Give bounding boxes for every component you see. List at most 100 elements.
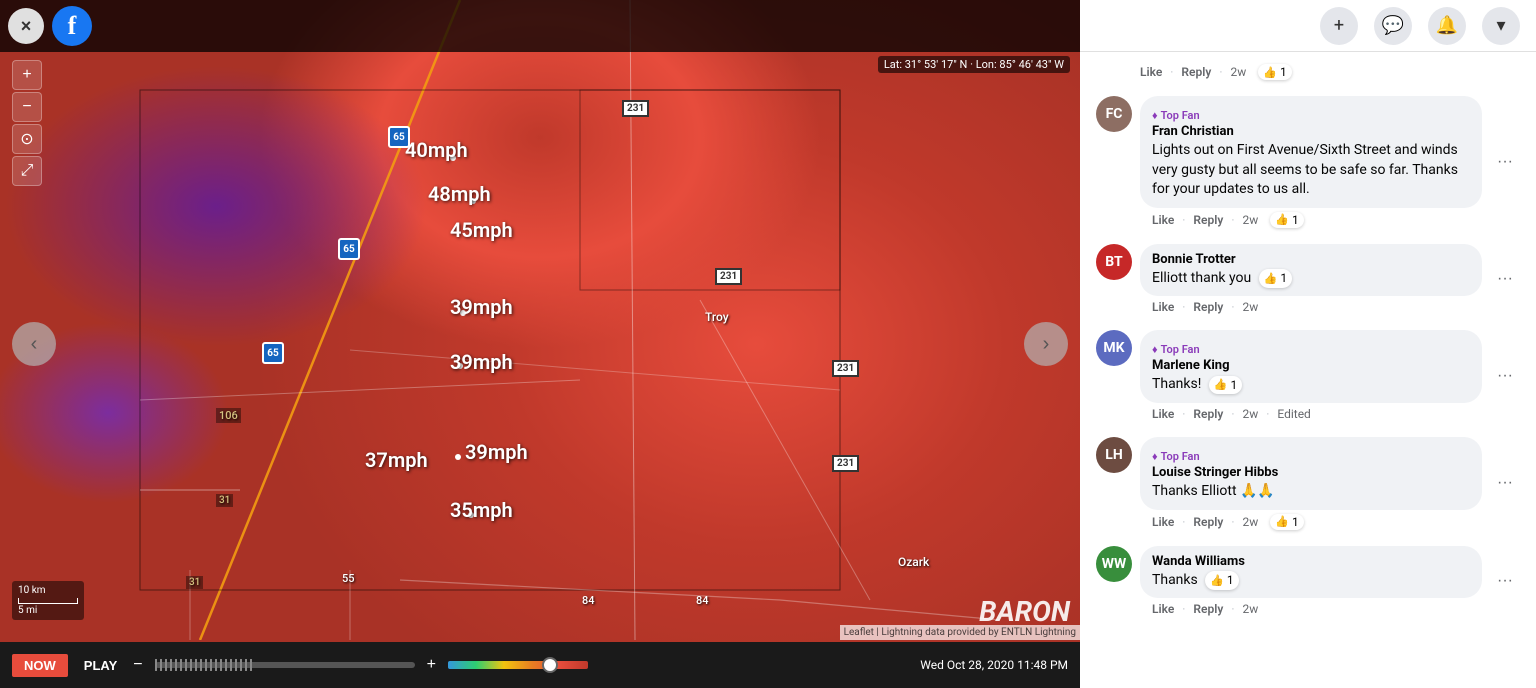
- like-count-louise: 👍 1: [1270, 514, 1303, 530]
- comment-actions-louise: Like · Reply · 2w 👍 1: [1140, 510, 1482, 530]
- road-106: 106: [216, 408, 241, 423]
- commenter-name-marlene[interactable]: Marlene King: [1152, 358, 1470, 373]
- comment-text-fran: Lights out on First Avenue/Sixth Street …: [1152, 141, 1470, 200]
- scale-line: [18, 598, 78, 604]
- map-controls: + − ⊙ ⤢: [12, 60, 42, 186]
- reply-link-top[interactable]: Reply: [1181, 65, 1211, 79]
- road-84a: 84: [582, 594, 595, 607]
- intensity-bar[interactable]: [448, 661, 588, 669]
- map-background: [0, 0, 1080, 688]
- diamond-icon-fran: ♦: [1152, 109, 1158, 122]
- comment-text-wanda: Thanks 👍 1: [1152, 571, 1470, 591]
- more-button-marlene[interactable]: ···: [1490, 361, 1520, 391]
- intensity-thumb: [542, 657, 558, 673]
- diamond-icon-louise: ♦: [1152, 450, 1158, 463]
- like-link-top[interactable]: Like: [1140, 65, 1162, 79]
- road-84b: 84: [696, 594, 709, 607]
- time-bonnie: 2w: [1242, 300, 1258, 314]
- scale-mi: 5 mi: [18, 605, 78, 616]
- comment-text-bonnie: Elliott thank you 👍 1: [1152, 269, 1470, 289]
- dropdown-icon-button[interactable]: ▾: [1482, 7, 1520, 45]
- zoom-in-button[interactable]: +: [12, 60, 42, 90]
- more-button-bonnie[interactable]: ···: [1490, 264, 1520, 294]
- reply-link-wanda[interactable]: Reply: [1193, 602, 1223, 616]
- more-button-wanda[interactable]: ···: [1490, 566, 1520, 596]
- wind-dot: [455, 454, 461, 460]
- timeline-track[interactable]: [155, 662, 415, 668]
- like-link-bonnie[interactable]: Like: [1152, 300, 1174, 314]
- wind-label-35: 35mph: [450, 498, 513, 522]
- comment-bubble-bonnie: Bonnie Trotter Elliott thank you 👍 1: [1140, 244, 1482, 297]
- reply-link-marlene[interactable]: Reply: [1193, 407, 1223, 421]
- like-link-fran[interactable]: Like: [1152, 213, 1174, 227]
- facebook-panel: + 💬 🔔 ▾ Like · Reply · 2w 👍 1 FC: [1080, 0, 1536, 688]
- inline-like-marlene: 👍 1: [1209, 376, 1242, 395]
- time-louise: 2w: [1242, 515, 1258, 529]
- wind-label-48: 48mph: [428, 182, 491, 206]
- comment-text-marlene: Thanks! 👍 1: [1152, 375, 1470, 395]
- commenter-name-wanda[interactable]: Wanda Williams: [1152, 554, 1470, 569]
- thumb-icon-top: 👍: [1263, 66, 1277, 79]
- highway-231b: 231: [715, 268, 742, 285]
- wind-label-40: 40mph: [405, 138, 468, 162]
- road-31b: 31: [186, 576, 203, 589]
- comment-actions-wanda: Like · Reply · 2w: [1140, 598, 1482, 616]
- thumb-icon-fran: 👍: [1275, 213, 1289, 226]
- zoom-out-button[interactable]: −: [12, 92, 42, 122]
- like-link-marlene[interactable]: Like: [1152, 407, 1174, 421]
- commenter-name-fran[interactable]: Fran Christian: [1152, 124, 1470, 139]
- wind-label-39c: 39mph: [465, 440, 528, 464]
- next-arrow-button[interactable]: ›: [1024, 322, 1068, 366]
- time-marlene: 2w: [1242, 407, 1258, 421]
- location-button[interactable]: ⊙: [12, 124, 42, 154]
- reply-link-bonnie[interactable]: Reply: [1193, 300, 1223, 314]
- fullscreen-button[interactable]: ⤢: [12, 156, 42, 186]
- avatar-bonnie-trotter: BT: [1096, 244, 1132, 280]
- more-button-louise[interactable]: ···: [1490, 468, 1520, 498]
- wind-label-37: 37mph: [365, 448, 428, 472]
- reply-link-louise[interactable]: Reply: [1193, 515, 1223, 529]
- top-fan-badge-marlene: ♦ Top Fan: [1152, 343, 1200, 356]
- close-button[interactable]: ×: [8, 8, 44, 44]
- town-ozark: Ozark: [898, 555, 929, 569]
- top-fan-badge-louise: ♦ Top Fan: [1152, 450, 1200, 463]
- avatar-fran-christian: FC: [1096, 96, 1132, 132]
- timestamp: Wed Oct 28, 2020 11:48 PM: [920, 658, 1068, 672]
- comment-bonnie-trotter: BT Bonnie Trotter Elliott thank you 👍 1 …: [1080, 236, 1536, 323]
- facebook-logo: f: [52, 6, 92, 46]
- commenter-name-bonnie[interactable]: Bonnie Trotter: [1152, 252, 1470, 267]
- edited-marlene: Edited: [1277, 407, 1310, 421]
- like-link-louise[interactable]: Like: [1152, 515, 1174, 529]
- avatar-marlene-king: MK: [1096, 330, 1132, 366]
- town-troy: Troy: [705, 310, 729, 324]
- inline-like-bonnie: 👍 1: [1259, 269, 1292, 288]
- comments-scroll[interactable]: Like · Reply · 2w 👍 1 FC ♦ Top Fan: [1080, 52, 1536, 688]
- comment-louise-hibbs: LH ♦ Top Fan Louise Stringer Hibbs Thank…: [1080, 429, 1536, 538]
- comment-bubble-marlene: ♦ Top Fan Marlene King Thanks! 👍 1: [1140, 330, 1482, 403]
- notifications-icon-button[interactable]: 🔔: [1428, 7, 1466, 45]
- reply-link-fran[interactable]: Reply: [1193, 213, 1223, 227]
- timeline-plus-button[interactable]: +: [427, 656, 436, 674]
- like-link-wanda[interactable]: Like: [1152, 602, 1174, 616]
- interstate-shield-65c: 65: [262, 342, 284, 364]
- timeline-minus-button[interactable]: −: [133, 656, 142, 674]
- time-wanda: 2w: [1242, 602, 1258, 616]
- comment-wanda-williams: WW Wanda Williams Thanks 👍 1 Like · Repl…: [1080, 538, 1536, 625]
- now-button[interactable]: NOW: [12, 654, 68, 677]
- messenger-icon-button[interactable]: 💬: [1374, 7, 1412, 45]
- comment-bubble-wanda: Wanda Williams Thanks 👍 1: [1140, 546, 1482, 599]
- interstate-shield-65a: 65: [388, 126, 410, 148]
- interstate-shield-65b: 65: [338, 238, 360, 260]
- time-fran: 2w: [1242, 213, 1258, 227]
- play-button[interactable]: PLAY: [80, 658, 121, 673]
- more-button-fran[interactable]: ···: [1490, 147, 1520, 177]
- prev-arrow-button[interactable]: ‹: [12, 322, 56, 366]
- map-bottom-bar: NOW PLAY − + Wed Oct 28, 2020 11:48 PM: [0, 642, 1080, 688]
- lat-lon-display: Lat: 31° 53' 17" N · Lon: 85° 46' 43" W: [878, 56, 1070, 73]
- map-topbar: × f: [0, 0, 1080, 52]
- scale-bar: 10 km 5 mi: [12, 581, 84, 620]
- commenter-name-louise[interactable]: Louise Stringer Hibbs: [1152, 465, 1470, 480]
- add-icon-button[interactable]: +: [1320, 7, 1358, 45]
- baron-logo: BARON: [979, 595, 1070, 628]
- map-panel: × f Lat: 31° 53' 17" N · Lon: 85° 46' 43…: [0, 0, 1080, 688]
